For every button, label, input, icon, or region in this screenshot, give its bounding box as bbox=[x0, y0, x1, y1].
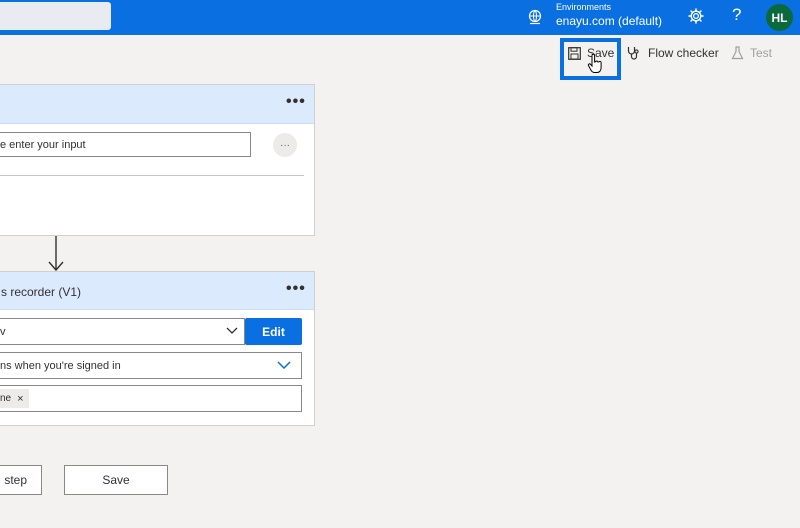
flow-select-value: v bbox=[0, 325, 6, 338]
ellipsis-icon[interactable]: ··· bbox=[273, 133, 297, 157]
run-mode-select[interactable]: ns when you're signed in bbox=[0, 352, 302, 379]
close-icon[interactable]: × bbox=[17, 393, 23, 405]
top-bar: Environments enayu.com (default) ? HL bbox=[0, 0, 800, 35]
flow-checker-label: Flow checker bbox=[648, 46, 719, 60]
more-options-icon[interactable]: ••• bbox=[286, 280, 306, 298]
run-mode-value: ns when you're signed in bbox=[0, 359, 121, 372]
card-title: s recorder (V1) bbox=[1, 285, 82, 299]
save-button[interactable]: Save bbox=[64, 465, 168, 495]
floppy-disk-icon bbox=[568, 46, 581, 60]
tag-text: ne bbox=[0, 393, 12, 404]
more-options-icon[interactable]: ••• bbox=[286, 93, 306, 111]
test-button[interactable]: Test bbox=[731, 46, 772, 60]
flow-checker-button[interactable]: Flow checker bbox=[627, 46, 719, 60]
environment-name[interactable]: enayu.com (default) bbox=[556, 14, 662, 28]
edit-button[interactable]: Edit bbox=[245, 318, 302, 345]
new-step-button[interactable]: step bbox=[0, 465, 42, 495]
divider bbox=[0, 175, 304, 176]
tag-input-field[interactable]: ne × bbox=[0, 385, 302, 412]
environment-label: Environments bbox=[556, 2, 612, 12]
flow-select[interactable]: v bbox=[0, 318, 245, 345]
card-header[interactable]: ••• bbox=[0, 85, 314, 124]
search-box[interactable] bbox=[0, 2, 111, 30]
flask-icon bbox=[731, 46, 744, 60]
card-header[interactable]: s recorder (V1) ••• bbox=[0, 272, 314, 310]
environment-icon[interactable] bbox=[527, 9, 543, 25]
tag-chip: ne × bbox=[0, 389, 29, 408]
avatar[interactable]: HL bbox=[766, 4, 793, 31]
input-prompt-field[interactable]: e enter your input bbox=[0, 132, 251, 157]
gear-icon[interactable] bbox=[688, 8, 704, 24]
down-arrow-icon bbox=[48, 236, 64, 272]
stethoscope-icon bbox=[627, 46, 642, 60]
chevron-down-icon bbox=[226, 327, 238, 334]
question-icon[interactable]: ? bbox=[732, 5, 741, 25]
test-label: Test bbox=[750, 46, 773, 60]
action-card-input: ••• e enter your input ··· bbox=[0, 84, 315, 236]
action-card-recorder: s recorder (V1) ••• v Edit ns when you'r… bbox=[0, 271, 315, 426]
hand-pointer-icon bbox=[587, 54, 602, 73]
chevron-down-icon bbox=[277, 361, 291, 369]
